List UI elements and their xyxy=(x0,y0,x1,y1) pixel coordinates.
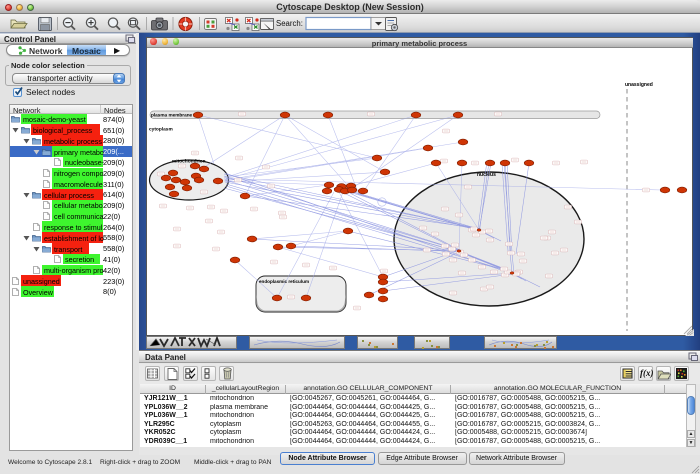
svg-text:Search:: Search: xyxy=(276,19,303,28)
svg-text:plasma membrane: plasma membrane xyxy=(151,112,193,117)
svg-text:mitochondrion: mitochondrion xyxy=(172,159,206,165)
svg-text:nucleus: nucleus xyxy=(477,172,496,178)
svg-text:endoplasmic reticulum: endoplasmic reticulum xyxy=(259,279,309,284)
svg-text:cytoplasm: cytoplasm xyxy=(149,127,173,133)
svg-text:unassigned: unassigned xyxy=(625,82,653,88)
